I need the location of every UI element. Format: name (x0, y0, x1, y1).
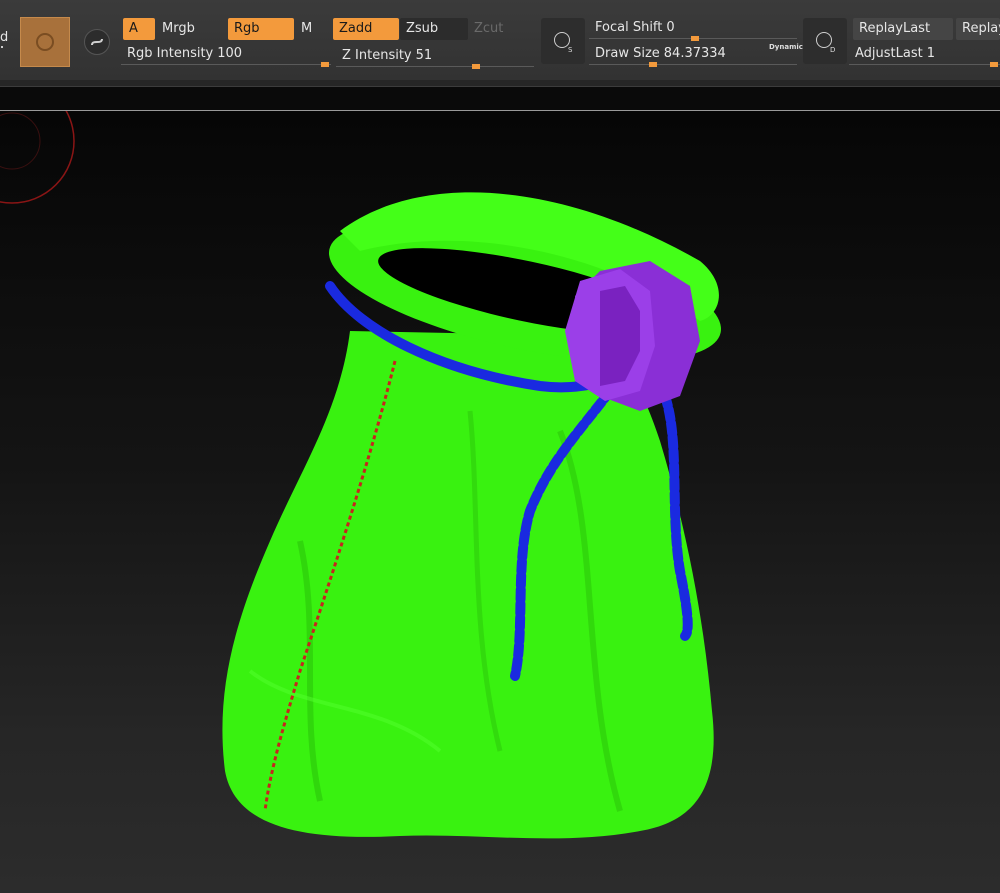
material-tile[interactable] (20, 17, 70, 67)
canvas-svg (0, 111, 722, 839)
rgb-intensity-value: 100 (217, 46, 243, 61)
top-toolbar: d A Mrgb Rgb M Rgb Intensity 100 Zadd Zsu… (0, 0, 1000, 81)
z-intensity-track (336, 66, 534, 67)
zadd-button[interactable]: Zadd (333, 18, 399, 40)
rgb-button[interactable]: Rgb (228, 18, 294, 40)
draw-size-knob[interactable] (649, 62, 657, 67)
focal-shift-knob[interactable] (691, 36, 699, 41)
left-cut-glyph: d (0, 30, 9, 45)
material-swirl-icon (36, 33, 54, 51)
focal-shift-value: 0 (666, 20, 675, 35)
zcut-button[interactable]: Zcut (468, 18, 528, 40)
focal-shift-icon-box[interactable]: S (541, 18, 585, 64)
replay-button[interactable]: Replay (956, 18, 1000, 40)
draw-icon-box[interactable]: D (803, 18, 847, 64)
adjust-last-track (849, 64, 1000, 65)
toolbar-separator (0, 80, 1000, 87)
brush-cursor (0, 111, 75, 204)
adjust-last-label: AdjustLast (855, 46, 923, 61)
focal-shift-slider[interactable]: Focal Shift 0 (589, 17, 797, 41)
draw-size-track (589, 64, 797, 65)
rgb-intensity-track (121, 64, 331, 65)
rgb-intensity-slider[interactable]: Rgb Intensity 100 (121, 43, 331, 67)
adjust-last-knob[interactable] (990, 62, 998, 67)
zsub-button[interactable]: Zsub (400, 18, 468, 40)
draw-size-slider[interactable]: Draw Size 84.37334 (589, 43, 797, 67)
z-intensity-value: 51 (415, 48, 433, 63)
m-button[interactable]: M (295, 18, 325, 40)
draw-size-value: 84.37334 (663, 46, 726, 61)
rgb-intensity-label: Rgb Intensity (127, 46, 214, 61)
adjust-last-slider[interactable]: AdjustLast 1 (849, 43, 1000, 67)
focal-shift-label: Focal Shift (595, 20, 663, 35)
adjust-last-value: 1 (926, 46, 935, 61)
dynamic-label[interactable]: Dynamic (769, 43, 803, 51)
document-canvas[interactable] (0, 111, 1000, 893)
left-cut-dot (1, 46, 3, 48)
rgb-intensity-knob[interactable] (321, 62, 329, 67)
focal-shift-icon-letter: S (568, 46, 573, 54)
replay-last-button[interactable]: ReplayLast (853, 18, 953, 40)
z-intensity-slider[interactable]: Z Intensity 51 (336, 45, 534, 69)
z-intensity-label: Z Intensity (342, 48, 412, 63)
stroke-icon[interactable] (84, 29, 110, 55)
draw-icon-letter: D (830, 46, 836, 54)
viewport-header-strip (0, 87, 1000, 110)
alpha-button[interactable]: A (123, 18, 155, 40)
z-intensity-knob[interactable] (472, 64, 480, 69)
mrgb-button[interactable]: Mrgb (156, 18, 226, 40)
draw-size-label: Draw Size (595, 46, 660, 61)
